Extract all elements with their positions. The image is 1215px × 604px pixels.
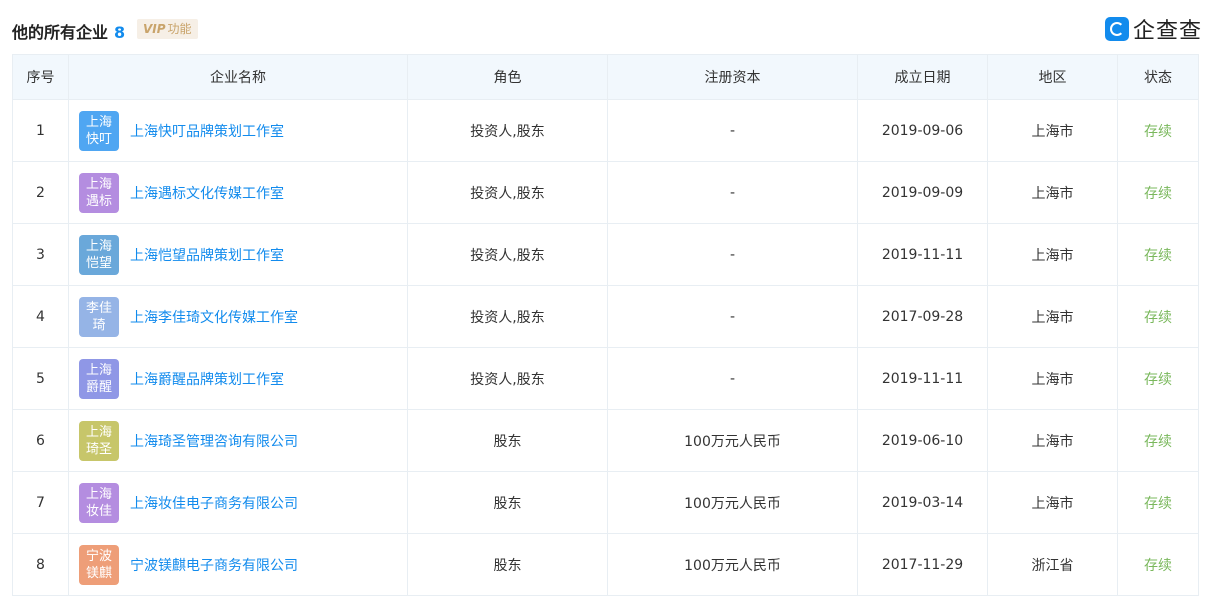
date-cell: 2019-11-11	[857, 347, 988, 410]
date-cell: 2019-11-11	[857, 223, 988, 286]
table-header-row: 序号 企业名称 角色 注册资本 成立日期 地区 状态	[12, 54, 1199, 100]
company-cell: 上海 琦圣 上海琦圣管理咨询有限公司	[68, 409, 408, 472]
capital-cell: -	[607, 347, 858, 410]
company-cell: 李佳琦上海李佳琦文化传媒工作室	[68, 285, 408, 348]
company-cell: 上海 恺望 上海恺望品牌策划工作室	[68, 223, 408, 286]
company-name-link[interactable]: 上海爵醒品牌策划工作室	[130, 369, 284, 389]
capital-cell: 100万元人民币	[607, 471, 858, 534]
company-cell: 上海 遇标 上海遇标文化传媒工作室	[68, 161, 408, 224]
company-name-link[interactable]: 上海琦圣管理咨询有限公司	[130, 431, 298, 451]
company-name-link[interactable]: 上海快叮品牌策划工作室	[130, 121, 284, 141]
status-cell: 存续	[1117, 285, 1199, 348]
company-name-link[interactable]: 上海李佳琦文化传媒工作室	[130, 307, 298, 327]
capital-cell: -	[607, 285, 858, 348]
company-name-link[interactable]: 上海妆佳电子商务有限公司	[130, 493, 298, 513]
brand-logo[interactable]: 企查查	[1104, 16, 1202, 44]
role-cell: 投资人,股东	[407, 347, 608, 410]
company-name-link[interactable]: 上海恺望品牌策划工作室	[130, 245, 284, 265]
row-index: 7	[12, 471, 69, 534]
capital-cell: 100万元人民币	[607, 409, 858, 472]
section-header: 他的所有企业 8 VIP 功能 企查查	[12, 16, 1202, 44]
section-title: 他的所有企业 8	[12, 19, 125, 43]
row-index: 3	[12, 223, 69, 286]
date-cell: 2019-09-06	[857, 99, 988, 162]
region-cell: 上海市	[987, 347, 1118, 410]
status-cell: 存续	[1117, 471, 1199, 534]
vip-mark: VIP	[143, 22, 166, 36]
role-cell: 股东	[407, 409, 608, 472]
col-header-capital[interactable]: 注册资本	[607, 54, 858, 100]
enterprise-table: 序号 企业名称 角色 注册资本 成立日期 地区 状态 1 上海 快叮 上海快叮品牌策划…	[12, 54, 1199, 596]
status-cell: 存续	[1117, 223, 1199, 286]
row-index: 4	[12, 285, 69, 348]
company-name-link[interactable]: 上海遇标文化传媒工作室	[130, 183, 284, 203]
company-cell: 上海 快叮 上海快叮品牌策划工作室	[68, 99, 408, 162]
vip-feature-badge[interactable]: VIP 功能	[137, 19, 198, 39]
company-logo[interactable]: 上海 妆佳	[79, 482, 119, 523]
status-cell: 存续	[1117, 99, 1199, 162]
table-row[interactable]: 2 上海 遇标 上海遇标文化传媒工作室 投资人,股东 -2019-09-09 上海市 存续	[12, 161, 1199, 224]
company-logo[interactable]: 上海 遇标	[79, 172, 119, 213]
region-cell: 上海市	[987, 161, 1118, 224]
company-cell: 宁波 镁麒 宁波镁麒电子商务有限公司	[68, 533, 408, 596]
date-cell: 2019-03-14	[857, 471, 988, 534]
vip-label: 功能	[167, 22, 192, 36]
region-cell: 上海市	[987, 409, 1118, 472]
role-cell: 股东	[407, 533, 608, 596]
table-row[interactable]: 1 上海 快叮 上海快叮品牌策划工作室 投资人,股东 -2019-09-06 上海市 存续	[12, 99, 1199, 162]
col-header-name[interactable]: 企业名称	[68, 54, 408, 100]
col-header-status[interactable]: 状态	[1117, 54, 1199, 100]
status-cell: 存续	[1117, 409, 1199, 472]
col-header-role[interactable]: 角色	[407, 54, 608, 100]
date-cell: 2017-11-29	[857, 533, 988, 596]
date-cell: 2019-09-09	[857, 161, 988, 224]
title-text: 他的所有企业	[12, 23, 109, 42]
date-cell: 2017-09-28	[857, 285, 988, 348]
enterprise-count: 8	[114, 23, 126, 42]
status-cell: 存续	[1117, 533, 1199, 596]
role-cell: 投资人,股东	[407, 161, 608, 224]
company-logo[interactable]: 上海 快叮	[79, 110, 119, 151]
status-cell: 存续	[1117, 161, 1199, 224]
region-cell: 上海市	[987, 223, 1118, 286]
capital-cell: -	[607, 99, 858, 162]
col-header-date[interactable]: 成立日期	[857, 54, 988, 100]
region-cell: 上海市	[987, 99, 1118, 162]
col-header-index[interactable]: 序号	[12, 54, 69, 100]
table-row[interactable]: 4 李佳琦上海李佳琦文化传媒工作室 投资人,股东 -2017-09-28 上海市 存续	[12, 285, 1199, 348]
table-row[interactable]: 7 上海 妆佳 上海妆佳电子商务有限公司 股东 100万元人民币 2019-03-14 上海市…	[12, 471, 1199, 534]
qichacha-logo-icon	[1104, 17, 1129, 41]
row-index: 5	[12, 347, 69, 410]
role-cell: 股东	[407, 471, 608, 534]
capital-cell: -	[607, 223, 858, 286]
role-cell: 投资人,股东	[407, 223, 608, 286]
company-cell: 上海 爵醒 上海爵醒品牌策划工作室	[68, 347, 408, 410]
brand-name: 企查查	[1132, 19, 1202, 44]
company-logo[interactable]: 上海 爵醒	[79, 358, 119, 399]
table-row[interactable]: 5 上海 爵醒 上海爵醒品牌策划工作室 投资人,股东 -2019-11-11 上海市 存续	[12, 347, 1199, 410]
company-name-link[interactable]: 宁波镁麒电子商务有限公司	[130, 555, 298, 575]
col-header-region[interactable]: 地区	[987, 54, 1118, 100]
company-logo[interactable]: 宁波 镁麒	[79, 544, 119, 585]
region-cell: 上海市	[987, 471, 1118, 534]
table-row[interactable]: 6 上海 琦圣 上海琦圣管理咨询有限公司 股东 100万元人民币 2019-06-10 上海市…	[12, 409, 1199, 472]
row-index: 1	[12, 99, 69, 162]
capital-cell: -	[607, 161, 858, 224]
table-row[interactable]: 8 宁波 镁麒 宁波镁麒电子商务有限公司 股东 100万元人民币 2017-11-29 浙江省…	[12, 533, 1199, 596]
role-cell: 投资人,股东	[407, 99, 608, 162]
company-logo[interactable]: 李佳琦	[79, 296, 119, 337]
company-cell: 上海 妆佳 上海妆佳电子商务有限公司	[68, 471, 408, 534]
capital-cell: 100万元人民币	[607, 533, 858, 596]
company-logo[interactable]: 上海 恺望	[79, 234, 119, 275]
row-index: 2	[12, 161, 69, 224]
region-cell: 浙江省	[987, 533, 1118, 596]
table-row[interactable]: 3 上海 恺望 上海恺望品牌策划工作室 投资人,股东 -2019-11-11 上海市 存续	[12, 223, 1199, 286]
role-cell: 投资人,股东	[407, 285, 608, 348]
row-index: 8	[12, 533, 69, 596]
status-cell: 存续	[1117, 347, 1199, 410]
company-logo[interactable]: 上海 琦圣	[79, 420, 119, 461]
row-index: 6	[12, 409, 69, 472]
date-cell: 2019-06-10	[857, 409, 988, 472]
region-cell: 上海市	[987, 285, 1118, 348]
